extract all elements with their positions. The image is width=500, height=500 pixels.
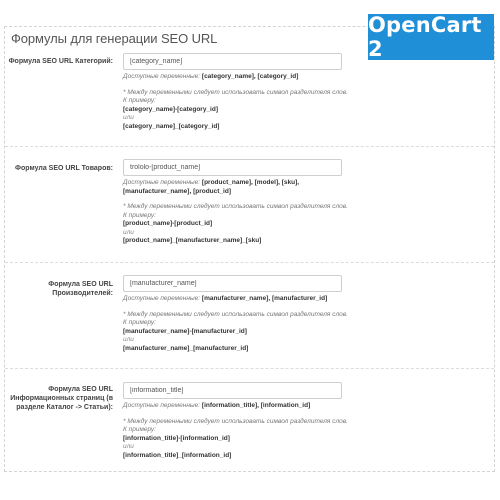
example-title: К примеру: [123,97,156,104]
example-1: [product_name]-[product_id] [123,220,213,227]
row-divider [5,262,494,263]
example-title: К примеру: [123,211,156,219]
vars-prefix: Доступные переменные: [123,179,202,186]
category-formula-input[interactable] [123,53,342,70]
manufacturer-formula-label: Формула SEO URL Производителей: [48,281,113,297]
example-2: [category_name]_[category_id] [123,122,220,130]
vars-prefix: Доступные переменные: [123,73,202,80]
category-formula-label: Формула SEO URL Категорий: [8,58,113,65]
or-text: или [123,336,134,343]
example-1: [manufacturer_name]-[manufacturer_id] [123,327,247,335]
example-1: [information_title]-[information_id] [123,434,230,442]
separator-note: * Между переменными следует использовать… [123,88,348,96]
vars-prefix: Доступные переменные: [123,295,202,302]
example-title: К примеру: [123,319,156,326]
example-2: [manufacturer_name]_[manufacturer_id] [123,344,249,352]
separator-note: * Между переменными следует использовать… [123,310,348,318]
or-text: или [123,228,134,236]
example-1: [category_name]-[category_id] [123,105,218,113]
manufacturer-formula-input[interactable] [123,275,342,292]
section-title: Формулы для генерации SEO URL [11,31,218,46]
product-formula-help: Доступные переменные: [product_name], [m… [123,179,363,246]
separator-note: * Между переменными следует использовать… [123,203,348,210]
row-divider [5,368,494,369]
example-2: [product_name]_[manufacturer_name]_[sku] [123,237,262,244]
manufacturer-formula-help: Доступные переменные: [manufacturer_name… [123,295,363,353]
or-text: или [123,443,134,450]
example-title: К примеру: [123,426,156,433]
or-text: или [123,114,134,121]
row-divider [5,146,494,147]
category-formula-help: Доступные переменные: [category_name], [… [123,73,363,131]
product-formula-input[interactable] [123,159,342,176]
information-formula-help: Доступные переменные: [information_title… [123,402,363,460]
available-vars: [manufacturer_name], [manufacturer_id] [201,295,328,302]
information-formula-input[interactable] [123,382,342,399]
example-2: [information_title]_[information_id] [123,451,232,459]
available-vars: [information_title], [information_id] [201,402,311,409]
product-formula-label: Формула SEO URL Товаров: [15,165,113,172]
separator-note: * Между переменными следует использовать… [123,417,348,425]
opencart-version-badge: OpenCart 2 [368,13,494,61]
vars-prefix: Доступные переменные: [123,402,202,409]
information-formula-label: Формула SEO URL Информационных страниц (… [10,386,113,411]
available-vars: [category_name], [category_id] [201,73,299,80]
